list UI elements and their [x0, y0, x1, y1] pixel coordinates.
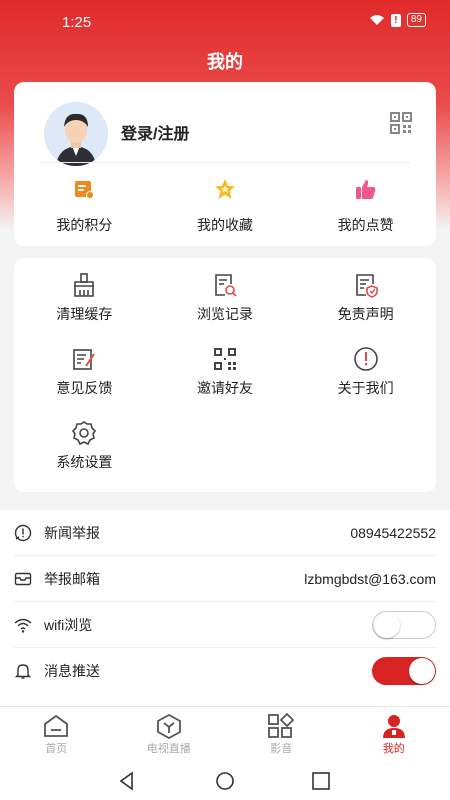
alert-status-icon: !: [390, 13, 401, 27]
menu-disclaimer[interactable]: 免责声明: [295, 272, 436, 324]
setting-news-report-label: 新闻举报: [44, 524, 100, 541]
media-icon: [268, 713, 295, 738]
stat-favorites[interactable]: 我的收藏: [155, 178, 296, 235]
profile-card: 登录/注册 我的积分 我的收藏 我的点赞: [14, 82, 436, 246]
toggle-knob: [374, 611, 400, 638]
toggle-knob: [409, 658, 435, 684]
setting-report-email-value: lzbmgbdst@163.com: [304, 570, 436, 587]
report-icon: [14, 524, 32, 541]
menu-clear-cache[interactable]: 清理缓存: [14, 272, 155, 324]
disclaimer-icon: [355, 274, 378, 298]
menu-clear-cache-label: 清理缓存: [56, 306, 113, 322]
avatar[interactable]: [44, 102, 108, 166]
stat-likes-label: 我的点赞: [337, 217, 394, 233]
tab-home-label: 首页: [45, 743, 68, 755]
tab-tv-label: 电视直播: [146, 743, 191, 755]
tab-mine[interactable]: 我的: [338, 707, 450, 762]
tab-home[interactable]: 首页: [0, 707, 113, 762]
menu-about-label: 关于我们: [337, 380, 394, 396]
wifi-icon: [14, 618, 32, 633]
setting-wifi-browse-label: wifi浏览: [44, 616, 93, 633]
tab-media-label: 影音: [270, 743, 293, 755]
system-nav-bar: [0, 762, 450, 800]
menu-history[interactable]: 浏览记录: [155, 272, 296, 324]
recents-icon[interactable]: [310, 770, 332, 792]
wifi-status-icon: [369, 15, 384, 25]
menu-invite-label: 邀请好友: [196, 380, 253, 396]
login-register-link[interactable]: 登录/注册: [121, 120, 189, 144]
setting-report-email-label: 举报邮箱: [44, 570, 100, 587]
stat-likes[interactable]: 我的点赞: [295, 178, 436, 235]
menu-history-label: 浏览记录: [196, 306, 253, 322]
menu-about[interactable]: 关于我们: [295, 346, 436, 398]
menu-feedback[interactable]: 意见反馈: [14, 346, 155, 398]
bell-icon: [14, 664, 32, 679]
page-title: 我的: [207, 52, 243, 72]
battery-icon: 89: [406, 13, 426, 27]
avatar-icon: [44, 102, 108, 166]
wifi-browse-toggle[interactable]: [372, 610, 436, 639]
status-time: 1:25: [62, 14, 92, 31]
home-icon: [44, 714, 69, 737]
menu-feedback-label: 意见反馈: [56, 380, 113, 396]
mail-icon: [14, 572, 32, 585]
stat-favorites-label: 我的收藏: [197, 217, 253, 233]
setting-report-email[interactable]: 举报邮箱 lzbmgbdst@163.com: [14, 556, 436, 602]
back-icon[interactable]: [116, 770, 138, 792]
home-circle-icon[interactable]: [214, 770, 236, 792]
info-icon: [353, 347, 378, 371]
settings-list: 新闻举报 08945422552 举报邮箱 lzbmgbdst@163.com …: [0, 510, 450, 706]
menu-settings-label: 系统设置: [56, 454, 113, 470]
menu-grid: 清理缓存 浏览记录 免责声明 意见反馈 邀请好友 关于我们 系统设置: [14, 272, 436, 472]
tv-icon: [156, 713, 181, 739]
star-icon: [215, 179, 235, 199]
invite-icon: [213, 348, 236, 370]
stats-row: 我的积分 我的收藏 我的点赞: [14, 178, 436, 235]
tab-media[interactable]: 影音: [225, 707, 338, 762]
menu-card: 清理缓存 浏览记录 免责声明 意见反馈 邀请好友 关于我们 系统设置: [14, 258, 436, 492]
tab-mine-label: 我的: [382, 743, 405, 755]
tab-tv[interactable]: 电视直播: [113, 707, 226, 762]
setting-news-report-value: 08945422552: [350, 524, 436, 541]
status-bar: 1:25 ! 89: [0, 0, 450, 40]
setting-wifi-browse: wifi浏览: [14, 602, 436, 648]
push-notify-toggle[interactable]: [372, 657, 436, 685]
bottom-tab-bar: 首页 电视直播 影音 我的: [0, 706, 450, 762]
thumbs-up-icon: [355, 180, 376, 199]
profile-divider: [40, 162, 410, 163]
stat-points[interactable]: 我的积分: [14, 178, 155, 235]
broom-icon: [74, 273, 95, 297]
menu-settings[interactable]: 系统设置: [14, 420, 155, 472]
feedback-icon: [73, 349, 96, 370]
menu-invite[interactable]: 邀请好友: [155, 346, 296, 398]
history-icon: [215, 274, 237, 297]
points-icon: [75, 181, 95, 199]
gear-icon: [72, 421, 97, 446]
setting-push-notify-label: 消息推送: [44, 663, 100, 679]
setting-push-notify: 消息推送: [14, 648, 436, 694]
status-icons: ! 89: [369, 13, 426, 27]
stat-points-label: 我的积分: [56, 217, 113, 233]
user-icon: [382, 715, 405, 738]
qr-code-icon[interactable]: [390, 112, 412, 134]
menu-disclaimer-label: 免责声明: [337, 306, 394, 322]
setting-news-report[interactable]: 新闻举报 08945422552: [14, 510, 436, 556]
